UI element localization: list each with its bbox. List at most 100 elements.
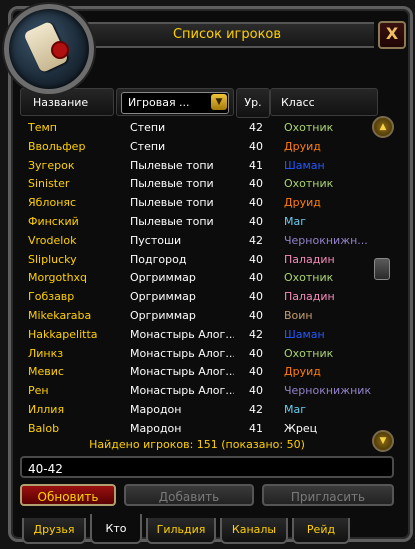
player-zone: Пылевые топи [130,196,214,210]
player-zone: Степи [130,139,166,153]
player-class: Друид [284,139,321,153]
player-name: Мевис [28,365,64,379]
player-name: Яблоняс [28,196,77,210]
tab-friends[interactable]: Друзья [22,518,86,544]
player-zone: Оргриммар [130,309,196,322]
column-header-zone: Игровая ... ▼ [116,88,234,116]
player-zone: Пустоши [130,233,182,247]
player-name: Balob [28,421,60,435]
player-zone: Монастырь Алог... [130,346,234,360]
invite-button[interactable]: Пригласить [262,484,394,506]
player-class: Охотник [284,177,334,191]
player-zone: Пылевые топи [130,177,214,191]
player-zone: Монастырь Алог... [130,384,234,398]
player-zone: Мародон [130,421,182,435]
player-level: 41 [249,421,263,435]
player-row[interactable]: Гобзавр Оргриммар 40 Паладин [22,287,374,306]
player-zone: Монастырь Алог... [130,365,234,379]
player-zone: Монастырь Алог... [130,327,234,341]
player-zone: Мародон [130,403,182,416]
player-row[interactable]: Sinister Пылевые топи 40 Охотник [22,174,374,193]
list-scrollbar[interactable]: ▲ ▼ [370,116,394,452]
player-name: Рен [28,384,49,398]
player-row[interactable]: Темп Степи 42 Охотник [22,118,374,137]
scroll-down-icon[interactable]: ▼ [372,430,394,452]
player-name: Ввольфер [28,139,86,153]
results-count: Найдено игроков: 151 (показано: 50) [89,438,305,451]
column-header-level[interactable]: Ур. [236,88,270,118]
player-row[interactable]: Финский Пылевые топи 40 Маг [22,212,374,231]
player-row[interactable]: Mikekaraba Оргриммар 40 Воин [22,306,374,325]
player-class: Шаман [284,327,325,341]
player-class: Охотник [284,121,334,134]
close-button[interactable]: X [378,21,406,49]
player-class: Маг [284,403,307,416]
scroll-thumb[interactable] [374,258,390,280]
player-row[interactable]: Ввольфер Степи 40 Друид [22,137,374,156]
player-zone: Пылевые топи [130,158,214,172]
player-class: Охотник [284,271,334,285]
refresh-button[interactable]: Обновить [20,484,116,506]
column-header-class[interactable]: Класс [270,88,378,116]
player-level: 41 [249,158,263,172]
player-name: Гобзавр [28,290,75,304]
tab-channels[interactable]: Каналы [220,518,288,544]
zone-dropdown-label: Игровая ... [128,96,190,109]
player-zone: Оргриммар [130,271,196,285]
tab-guild[interactable]: Гильдия [146,518,216,544]
player-zone: Степи [130,121,166,134]
dropdown-arrow-icon[interactable]: ▼ [211,94,227,110]
player-level: 40 [249,365,263,379]
player-row[interactable]: Иллия Мародон 42 Маг [22,400,374,419]
player-row[interactable]: Sliplucky Подгород 40 Паладин [22,250,374,269]
tab-raid[interactable]: Рейд [292,518,350,544]
player-row[interactable]: Зугерок Пылевые топи 41 Шаман [22,156,374,175]
player-row[interactable]: Яблоняс Пылевые топи 40 Друид [22,193,374,212]
player-row[interactable]: Рен Монастырь Алог... 40 Чернокнижник [22,381,374,400]
player-class: Охотник [284,346,334,360]
player-level: 42 [249,121,263,134]
player-zone: Оргриммар [130,290,196,304]
player-row[interactable]: Morgothxq Оргриммар 40 Охотник [22,268,374,287]
scroll-icon [4,4,94,94]
add-friend-button[interactable]: Добавить [124,484,254,506]
player-class: Друид [284,365,321,379]
player-level: 40 [249,346,263,360]
player-name: Иллия [28,403,65,416]
player-row[interactable]: Hakkapelitta Монастырь Алог... 42 Шаман [22,325,374,344]
player-class: Чернокнижник [284,384,372,398]
player-row[interactable]: Линкз Монастырь Алог... 40 Охотник [22,344,374,363]
player-class: Паладин [284,290,335,304]
player-class: Маг [284,215,307,228]
zone-column-dropdown[interactable]: Игровая ... ▼ [121,92,229,114]
player-row[interactable]: Balob Мародон 41 Жрец [22,419,374,438]
player-row[interactable]: Vrodelok Пустоши 42 Чернокнижн... [22,231,374,250]
player-class: Шаман [284,158,325,172]
who-search-input[interactable]: 40-42 [20,456,394,478]
player-level: 40 [249,196,263,210]
player-class: Жрец [284,421,318,435]
player-level: 42 [249,233,263,247]
player-level: 40 [249,290,263,304]
player-row[interactable]: Мевис Монастырь Алог... 40 Друид [22,362,374,381]
player-name: Темп [28,121,57,134]
column-header-name[interactable]: Название [20,88,114,116]
wax-seal-icon [53,43,67,57]
player-class: Чернокнижн... [284,233,368,247]
player-class: Друид [284,196,321,210]
player-name: Sliplucky [28,252,77,266]
player-zone: Пылевые топи [130,215,214,228]
player-name: Morgothxq [28,271,88,285]
player-level: 42 [249,403,263,416]
player-zone: Подгород [130,252,187,266]
window-title: Список игроков [80,22,374,48]
tab-who[interactable]: Кто [90,514,142,544]
player-name: Mikekaraba [28,309,92,322]
player-name: Sinister [28,177,70,191]
player-name: Vrodelok [28,233,77,247]
player-name: Финский [28,215,79,228]
player-level: 40 [249,309,263,322]
player-level: 40 [249,271,263,285]
player-level: 40 [249,215,263,228]
scroll-up-icon[interactable]: ▲ [372,116,394,138]
